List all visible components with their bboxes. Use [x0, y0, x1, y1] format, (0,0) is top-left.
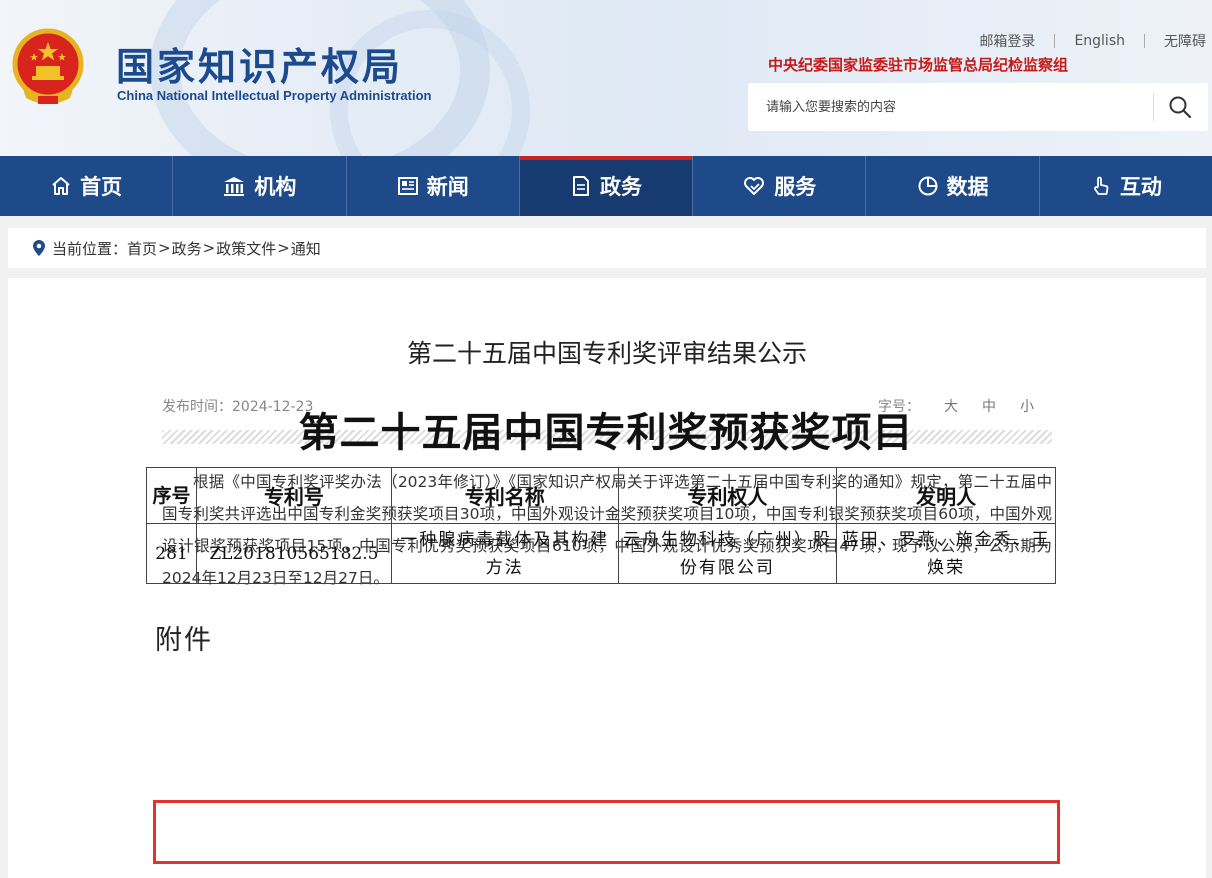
nav-item-home[interactable]: 首页	[0, 156, 174, 216]
table-row: 281 ZL201810565182.5 一种腺病毒载体及其构建方法 云舟生物科…	[146, 523, 1056, 584]
breadcrumb-separator: >	[158, 239, 171, 257]
site-logo-title[interactable]: 国家知识产权局	[116, 36, 403, 91]
cell-patentee: 云舟生物科技（广州）股份有限公司	[617, 523, 838, 584]
document-icon	[572, 176, 589, 196]
column-header-patentee: 专利权人	[617, 467, 838, 524]
cell-patent-number: ZL201810565182.5	[195, 523, 392, 584]
nav-item-government-affairs[interactable]: 政务	[519, 156, 694, 216]
column-header-seq: 序号	[146, 467, 197, 524]
org-notice-link[interactable]: 中央纪委国家监委驻市场监管总局纪检监察组	[768, 54, 1068, 75]
column-header-patent-number: 专利号	[195, 467, 392, 524]
table-header-row: 序号 专利号 专利名称 专利权人 发明人	[146, 467, 1056, 524]
home-icon	[52, 177, 70, 195]
nav-label: 首页	[80, 175, 123, 199]
breadcrumb-government-affairs[interactable]: 政务	[172, 238, 202, 259]
column-header-inventors: 发明人	[836, 467, 1056, 524]
nav-item-interaction[interactable]: 互动	[1040, 156, 1212, 216]
national-emblem-icon	[12, 28, 84, 104]
english-link[interactable]: English	[1055, 33, 1144, 49]
breadcrumb: 当前位置： 首页 > 政务 > 政策文件 > 通知	[8, 228, 1206, 268]
search-divider	[1153, 93, 1154, 121]
cell-patent-name: 一种腺病毒载体及其构建方法	[390, 523, 619, 584]
nav-item-services[interactable]: 服务	[693, 156, 867, 216]
breadcrumb-notice[interactable]: 通知	[291, 238, 321, 259]
nav-label: 互动	[1119, 175, 1162, 199]
nav-label: 新闻	[426, 175, 469, 199]
site-logo-subtitle[interactable]: China National Intellectual Property Adm…	[117, 88, 431, 103]
heart-hand-icon	[744, 177, 765, 195]
nav-item-data[interactable]: 数据	[866, 156, 1040, 216]
breadcrumb-separator: >	[277, 239, 290, 257]
document-title: 第二十五届中国专利奖预获奖项目	[298, 409, 914, 456]
news-icon	[397, 177, 418, 195]
institution-icon	[224, 177, 245, 196]
nav-label: 机构	[254, 175, 297, 199]
search-input[interactable]	[748, 83, 1148, 131]
accessibility-link[interactable]: 无障碍	[1145, 31, 1206, 51]
location-pin-icon	[33, 240, 45, 256]
search-button[interactable]	[1160, 89, 1200, 125]
hand-pointer-icon	[1093, 176, 1109, 195]
breadcrumb-separator: >	[202, 239, 216, 257]
mail-login-link[interactable]: 邮箱登录	[960, 31, 1054, 51]
main-nav: 首页 机构 新闻 政务 服务 数据 互动	[0, 156, 1212, 216]
site-header: 国家知识产权局 China National Intellectual Prop…	[0, 0, 1212, 156]
column-header-patent-name: 专利名称	[390, 467, 619, 524]
nav-label: 数据	[946, 175, 989, 199]
search-box	[748, 83, 1208, 131]
cell-inventors: 蓝田、罗燕、施金秀、王焕荣	[836, 523, 1056, 584]
breadcrumb-home[interactable]: 首页	[127, 238, 157, 259]
cell-seq: 281	[146, 523, 197, 584]
search-icon	[1169, 96, 1192, 119]
nav-item-news[interactable]: 新闻	[347, 156, 520, 216]
breadcrumb-prefix: 当前位置：	[52, 239, 128, 258]
breadcrumb-policy-documents[interactable]: 政策文件	[216, 238, 276, 259]
article-title: 第二十五届中国专利奖评审结果公示	[406, 339, 807, 368]
nav-label: 政务	[599, 175, 642, 199]
top-links: 邮箱登录 English 无障碍	[960, 31, 1206, 51]
nav-item-institution[interactable]: 机构	[173, 156, 347, 216]
pie-chart-icon	[918, 176, 938, 196]
award-table: 序号 专利号 专利名称 专利权人 发明人 281 ZL201810565182.…	[146, 467, 1056, 584]
nav-label: 服务	[774, 175, 817, 199]
attachment-label: 附件	[155, 625, 213, 656]
